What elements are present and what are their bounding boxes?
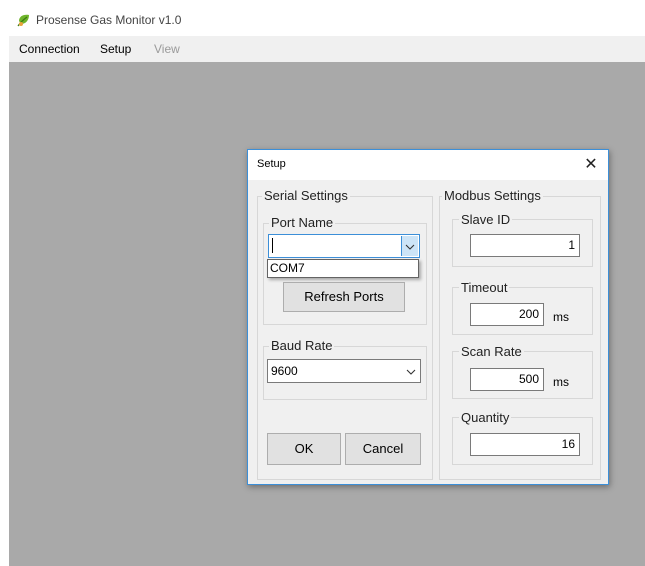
baud-rate-combo[interactable]: 9600: [267, 359, 421, 383]
quantity-label: Quantity: [459, 410, 512, 425]
menu-bar: Connection Setup View: [9, 36, 645, 62]
modbus-settings-label: Modbus Settings: [442, 188, 543, 203]
baud-rate-value: 9600: [271, 364, 298, 378]
leaf-logo-icon: [17, 14, 29, 27]
ok-button[interactable]: OK: [267, 433, 341, 465]
port-option-com7[interactable]: COM7: [270, 261, 305, 275]
serial-settings-label: Serial Settings: [262, 188, 350, 203]
port-dropdown-list: COM7: [267, 259, 419, 278]
menu-setup[interactable]: Setup: [100, 42, 131, 56]
slave-id-label: Slave ID: [459, 212, 513, 227]
scan-rate-label: Scan Rate: [459, 344, 524, 359]
dialog-title: Setup: [257, 158, 286, 170]
baud-rate-label: Baud Rate: [269, 338, 335, 353]
dialog-titlebar: Setup ✕: [248, 150, 608, 180]
menu-view[interactable]: View: [154, 42, 180, 56]
scan-rate-unit: ms: [553, 375, 569, 389]
close-icon[interactable]: ✕: [576, 150, 606, 180]
menu-connection[interactable]: Connection: [19, 42, 80, 56]
refresh-ports-button[interactable]: Refresh Ports: [283, 282, 405, 312]
port-name-combo[interactable]: [268, 234, 420, 258]
app-title: Prosense Gas Monitor v1.0: [36, 13, 182, 27]
cancel-button[interactable]: Cancel: [345, 433, 421, 465]
port-name-label: Port Name: [269, 215, 336, 230]
slave-id-input[interactable]: 1: [470, 234, 580, 257]
timeout-label: Timeout: [459, 280, 510, 295]
text-cursor: [272, 238, 273, 253]
chevron-down-icon[interactable]: [401, 236, 418, 256]
timeout-input[interactable]: 200: [470, 303, 544, 326]
timeout-unit: ms: [553, 310, 569, 324]
app-titlebar: Prosense Gas Monitor v1.0: [9, 4, 645, 36]
setup-dialog: Setup ✕ Serial Settings Port Name COM7 R…: [247, 149, 609, 485]
quantity-input[interactable]: 16: [470, 433, 580, 456]
chevron-down-icon[interactable]: [403, 361, 419, 381]
scan-rate-input[interactable]: 500: [470, 368, 544, 391]
